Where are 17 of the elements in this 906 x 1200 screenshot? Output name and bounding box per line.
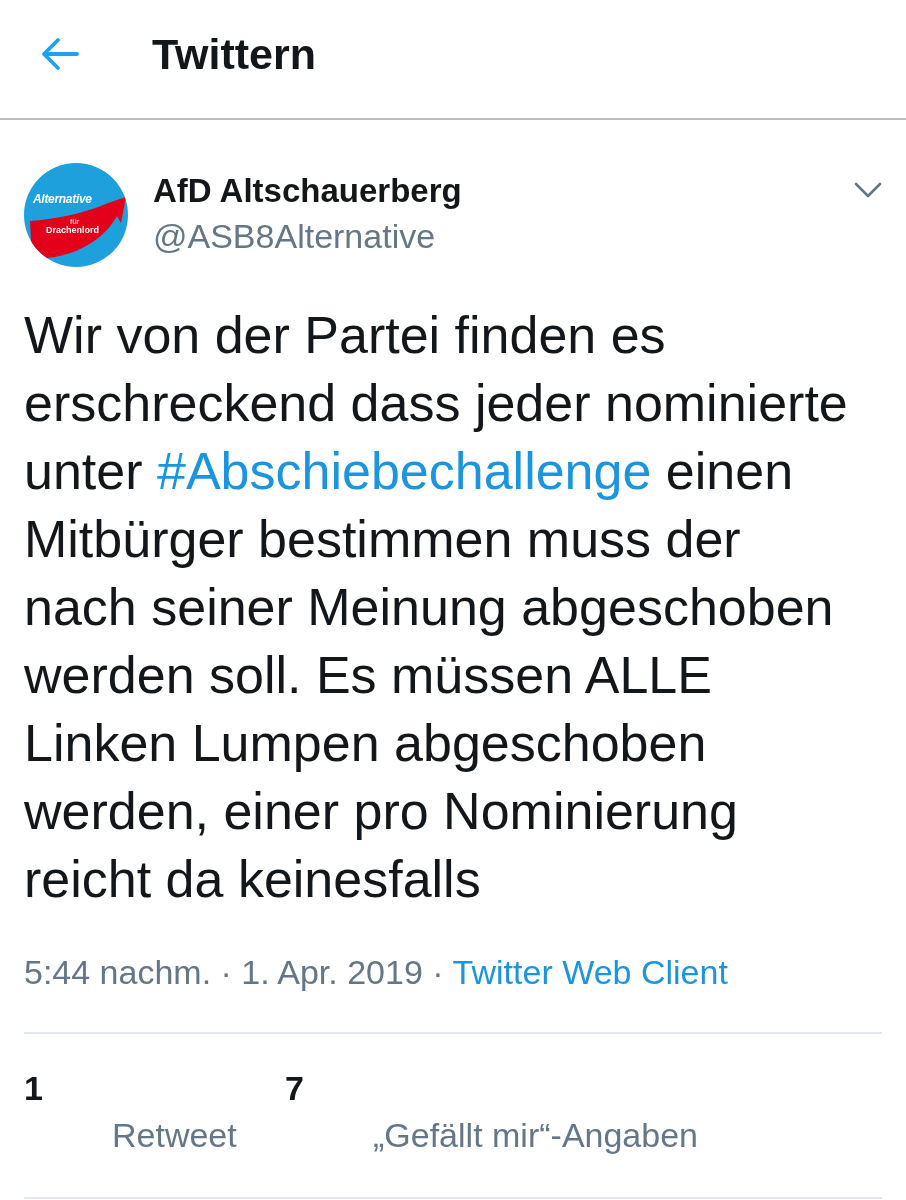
author-handle[interactable]: @ASB8Alternative [153, 216, 462, 256]
source-link[interactable]: Twitter Web Client [452, 952, 728, 992]
stat-count[interactable]: 7 [285, 1068, 304, 1108]
back-icon[interactable] [40, 37, 80, 71]
stat-label[interactable]: Retweet [112, 1115, 237, 1155]
page-title: Twittern [152, 30, 317, 78]
author-name[interactable]: AfD Altschauerberg [153, 171, 462, 211]
stat-label[interactable]: „Gefällt mir“-Angaben [373, 1115, 698, 1155]
chevron-down-icon[interactable] [854, 181, 882, 199]
hashtag-link[interactable]: #Abschiebechallenge [157, 442, 652, 500]
logo-text: für [70, 217, 80, 226]
tweet-text: Wir von der Partei finden es erschreckend dass jeder nominierte unter #Abschiebechallenge einen Mitbürger bestimmen muss der nach seiner Meinung abgeschoben werden soll. Es müssen ALLE Linken Lumpen abgeschoben werden, einer pro Nominierung reicht da keinesfalls [24, 305, 849, 910]
logo-text: Alternative [33, 192, 92, 207]
tweet-timestamp: 5:44 nachm. · 1. Apr. 2019 · [24, 952, 444, 992]
stat-count[interactable]: 1 [24, 1068, 43, 1108]
logo-text: Drachenlord [46, 225, 99, 235]
avatar[interactable]: Alternative für Drachenlord [24, 163, 128, 267]
